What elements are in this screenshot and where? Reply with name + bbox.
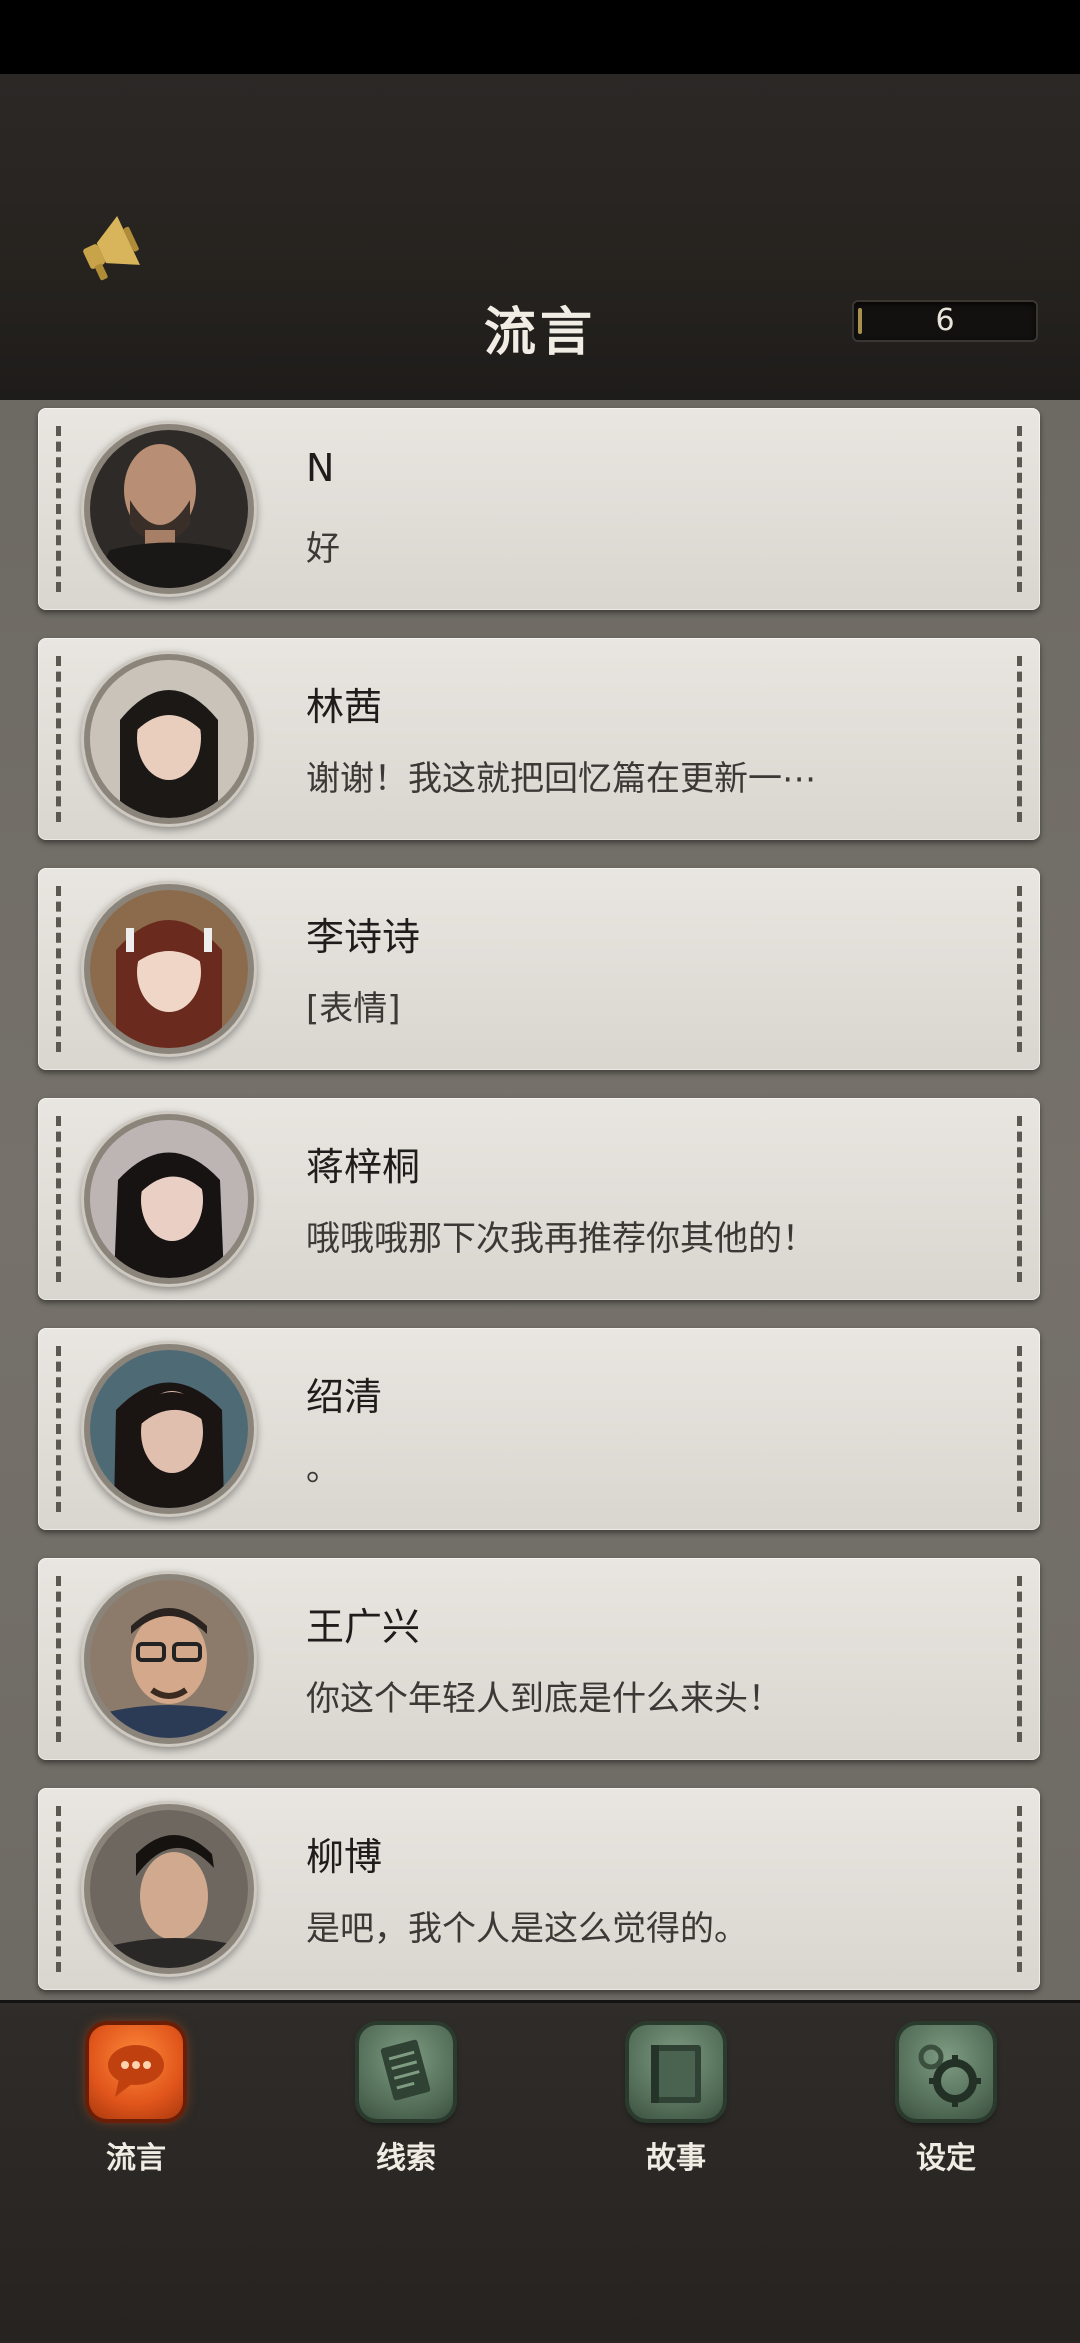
paper-note-icon (359, 2025, 453, 2119)
contact-name: N (306, 446, 335, 490)
gear-icon (899, 2025, 993, 2119)
tab-label: 流言 (106, 2141, 166, 2176)
rumor-counter: 6 (852, 300, 1038, 342)
contact-name: 王广兴 (306, 1605, 421, 1649)
stitch-left (56, 1346, 61, 1512)
tab-label: 线索 (376, 2141, 436, 2176)
avatar (90, 1580, 248, 1738)
header: 流言 6 (0, 74, 1080, 402)
message-card[interactable]: 蒋梓桐 哦哦哦那下次我再推荐你其他的！ (38, 1098, 1040, 1300)
stitch-left (56, 656, 61, 822)
message-preview: 是吧，我个人是这么觉得的。 (306, 1909, 748, 1949)
stitch-right (1017, 1346, 1022, 1512)
stitch-right (1017, 1116, 1022, 1282)
tab-rumors[interactable]: 流言 (76, 2025, 196, 2176)
stitch-left (56, 1806, 61, 1972)
bottom-nav: 流言 线索 故事 设定 (0, 2000, 1080, 2343)
message-preview: [表情] (306, 989, 401, 1029)
stitch-right (1017, 656, 1022, 822)
avatar (90, 660, 248, 818)
chat-bubbles-icon (89, 2025, 183, 2119)
stitch-right (1017, 1806, 1022, 1972)
avatar (90, 1810, 248, 1968)
tab-clues[interactable]: 线索 (346, 2025, 466, 2176)
message-preview: 你这个年轻人到底是什么来头！ (306, 1679, 782, 1719)
avatar (90, 430, 248, 588)
contact-name: 蒋梓桐 (306, 1145, 421, 1189)
message-card[interactable]: N 好 (38, 408, 1040, 610)
message-preview: 。 (306, 1449, 340, 1489)
tab-story[interactable]: 故事 (616, 2025, 736, 2176)
message-card[interactable]: 柳博 是吧，我个人是这么觉得的。 (38, 1788, 1040, 1990)
message-card[interactable]: 林茜 谢谢！我这就把回忆篇在更新一⋯ (38, 638, 1040, 840)
message-card[interactable]: 李诗诗 [表情] (38, 868, 1040, 1070)
stitch-right (1017, 886, 1022, 1052)
status-bar (0, 0, 1080, 74)
message-card[interactable]: 王广兴 你这个年轻人到底是什么来头！ (38, 1558, 1040, 1760)
book-icon (629, 2025, 723, 2119)
tab-settings[interactable]: 设定 (886, 2025, 1006, 2176)
contact-name: 柳博 (306, 1835, 383, 1879)
counter-value: 6 (935, 303, 955, 338)
stitch-left (56, 1116, 61, 1282)
megaphone-icon[interactable] (70, 208, 150, 288)
stitch-right (1017, 1576, 1022, 1742)
message-preview: 好 (306, 529, 340, 569)
stitch-left (56, 886, 61, 1052)
contact-name: 绍清 (306, 1375, 383, 1419)
contact-name: 林茜 (306, 685, 383, 729)
stitch-left (56, 1576, 61, 1742)
message-preview: 谢谢！我这就把回忆篇在更新一⋯ (306, 759, 816, 799)
stitch-left (56, 426, 61, 592)
tab-label: 设定 (916, 2141, 976, 2176)
avatar (90, 890, 248, 1048)
message-card[interactable]: 绍清 。 (38, 1328, 1040, 1530)
avatar (90, 1120, 248, 1278)
message-list[interactable]: N 好 林茜 谢谢！我这就把回忆篇在更新一⋯ 李诗诗 [表情] 蒋梓桐 哦哦哦那… (0, 400, 1080, 2000)
tab-label: 故事 (646, 2141, 706, 2176)
avatar (90, 1350, 248, 1508)
contact-name: 李诗诗 (306, 915, 421, 959)
stitch-right (1017, 426, 1022, 592)
message-preview: 哦哦哦那下次我再推荐你其他的！ (306, 1219, 816, 1259)
